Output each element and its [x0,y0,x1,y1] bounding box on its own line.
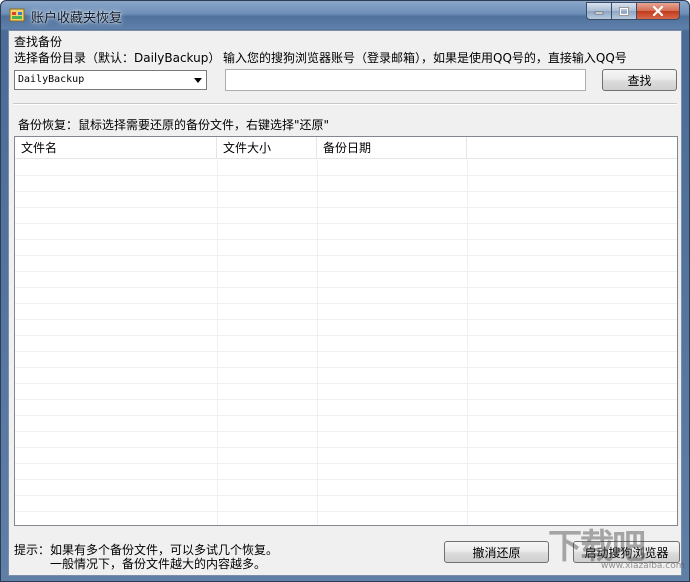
close-button[interactable] [636,2,680,20]
group-divider [13,103,677,105]
close-icon [652,6,664,16]
backup-dir-select[interactable]: DailyBackup [14,70,207,90]
watermark-url: www.xiazaiba.com [601,561,685,571]
search-group-label: 查找备份 [14,35,63,49]
maximize-icon [619,6,629,16]
window-title: 账户收藏夹恢复 [31,11,123,26]
client-area: 查找备份 选择备份目录（默认：DailyBackup） 输入您的搜狗浏览器账号（… [8,30,682,576]
column-header-filename[interactable]: 文件名 [15,137,217,159]
undo-restore-button[interactable]: 撤消还原 [444,541,549,563]
list-header: 文件名 文件大小 备份日期 [15,137,677,159]
column-header-filler [467,137,677,159]
column-divider [217,160,218,525]
backup-dir-value: DailyBackup [18,74,85,85]
account-label: 输入您的搜狗浏览器账号（登录邮箱），如果是使用QQ号的，直接输入QQ号 [223,51,627,65]
column-header-filesize[interactable]: 文件大小 [217,137,317,159]
minimize-icon [594,11,604,15]
app-icon [9,8,25,22]
column-header-backup-date[interactable]: 备份日期 [317,137,467,159]
maximize-button[interactable] [611,2,637,20]
restore-group-label: 备份恢复：鼠标选择需要还原的备份文件，右键选择"还原" [18,118,330,132]
minimize-button[interactable] [586,2,612,20]
backup-file-list[interactable]: 文件名 文件大小 备份日期 [14,136,678,526]
chevron-down-icon[interactable] [194,78,202,83]
list-rows[interactable] [15,160,677,525]
launch-browser-button[interactable]: 启动搜狗浏览器 [573,541,680,563]
backup-dir-label: 选择备份目录（默认：DailyBackup） [14,51,221,65]
column-divider [317,160,318,525]
app-window: 账户收藏夹恢复 查找备份 选择备份目录（默认：DailyBackup） 输入您的… [0,0,690,582]
search-button[interactable]: 查找 [602,69,677,91]
tip-line-2: 一般情况下，备份文件越大的内容越多。 [50,557,267,571]
account-input[interactable] [225,69,586,91]
title-bar[interactable]: 账户收藏夹恢复 [1,1,689,29]
column-divider [467,160,468,525]
